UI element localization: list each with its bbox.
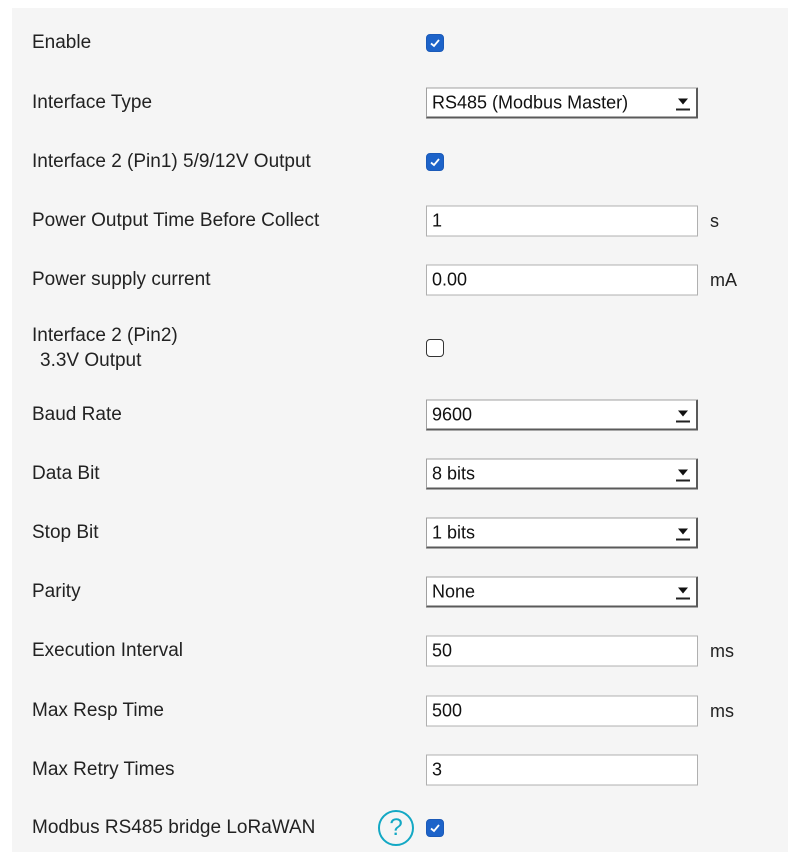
power-output-time-unit: s — [710, 211, 719, 231]
row-parity: Parity None — [12, 576, 788, 623]
row-data-bit: Data Bit 8 bits — [12, 458, 788, 505]
parity-label: Parity — [32, 581, 81, 602]
parity-select[interactable]: None — [426, 576, 698, 608]
max-resp-time-unit: ms — [710, 701, 734, 721]
power-output-time-input[interactable]: 1 — [426, 205, 698, 237]
interface-type-label: Interface Type — [32, 92, 153, 113]
interface2-pin1-output-checkbox[interactable] — [426, 153, 444, 171]
enable-label: Enable — [32, 32, 92, 53]
max-retry-times-label: Max Retry Times — [32, 759, 175, 780]
execution-interval-label: Execution Interval — [32, 640, 184, 661]
power-supply-current-label: Power supply current — [32, 269, 211, 290]
power-output-time-label: Power Output Time Before Collect — [32, 210, 320, 231]
data-bit-value: 8 bits — [432, 463, 476, 484]
row-interface-type: Interface Type RS485 (Modbus Master) — [12, 87, 788, 134]
row-baud-rate: Baud Rate 9600 — [12, 399, 788, 446]
interface2-pin2-output-checkbox[interactable] — [426, 339, 444, 357]
chevron-down-icon — [676, 466, 690, 482]
execution-interval-unit: ms — [710, 641, 734, 661]
stop-bit-value: 1 bits — [432, 522, 476, 543]
baud-rate-value: 9600 — [432, 404, 473, 425]
power-supply-current-unit: mA — [710, 270, 737, 290]
interface2-pin1-output-label: Interface 2 (Pin1) 5/9/12V Output — [32, 151, 311, 172]
max-retry-times-input[interactable]: 3 — [426, 754, 698, 786]
stop-bit-select[interactable]: 1 bits — [426, 517, 698, 549]
data-bit-select[interactable]: 8 bits — [426, 458, 698, 490]
interface2-pin2-label-line1: Interface 2 (Pin2) — [32, 325, 178, 346]
interface2-pin2-output-label: Interface 2 (Pin2) 3.3V Output — [32, 323, 178, 373]
chevron-down-icon — [676, 525, 690, 541]
enable-checkbox[interactable] — [426, 34, 444, 52]
settings-panel: Enable Interface Type RS485 (Modbus Mast… — [12, 8, 788, 852]
check-icon — [430, 824, 440, 833]
stop-bit-label: Stop Bit — [32, 522, 99, 543]
help-icon[interactable]: ? — [378, 810, 414, 846]
baud-rate-select[interactable]: 9600 — [426, 399, 698, 431]
interface2-pin2-label-line2: 3.3V Output — [40, 350, 142, 371]
interface-type-value: RS485 (Modbus Master) — [432, 92, 629, 113]
modbus-bridge-lorawan-checkbox[interactable] — [426, 819, 444, 837]
data-bit-label: Data Bit — [32, 463, 100, 484]
row-stop-bit: Stop Bit 1 bits — [12, 517, 788, 564]
max-resp-time-input[interactable]: 500 — [426, 695, 698, 727]
check-icon — [430, 158, 440, 167]
modbus-bridge-lorawan-label: Modbus RS485 bridge LoRaWAN — [32, 817, 316, 838]
max-resp-time-label: Max Resp Time — [32, 700, 164, 721]
chevron-down-icon — [676, 95, 690, 111]
chevron-down-icon — [676, 584, 690, 600]
parity-value: None — [432, 581, 476, 602]
check-icon — [430, 39, 440, 48]
chevron-down-icon — [676, 407, 690, 423]
power-supply-current-input[interactable]: 0.00 — [426, 264, 698, 296]
interface-type-select[interactable]: RS485 (Modbus Master) — [426, 87, 698, 119]
baud-rate-label: Baud Rate — [32, 404, 122, 425]
execution-interval-input[interactable]: 50 — [426, 635, 698, 667]
